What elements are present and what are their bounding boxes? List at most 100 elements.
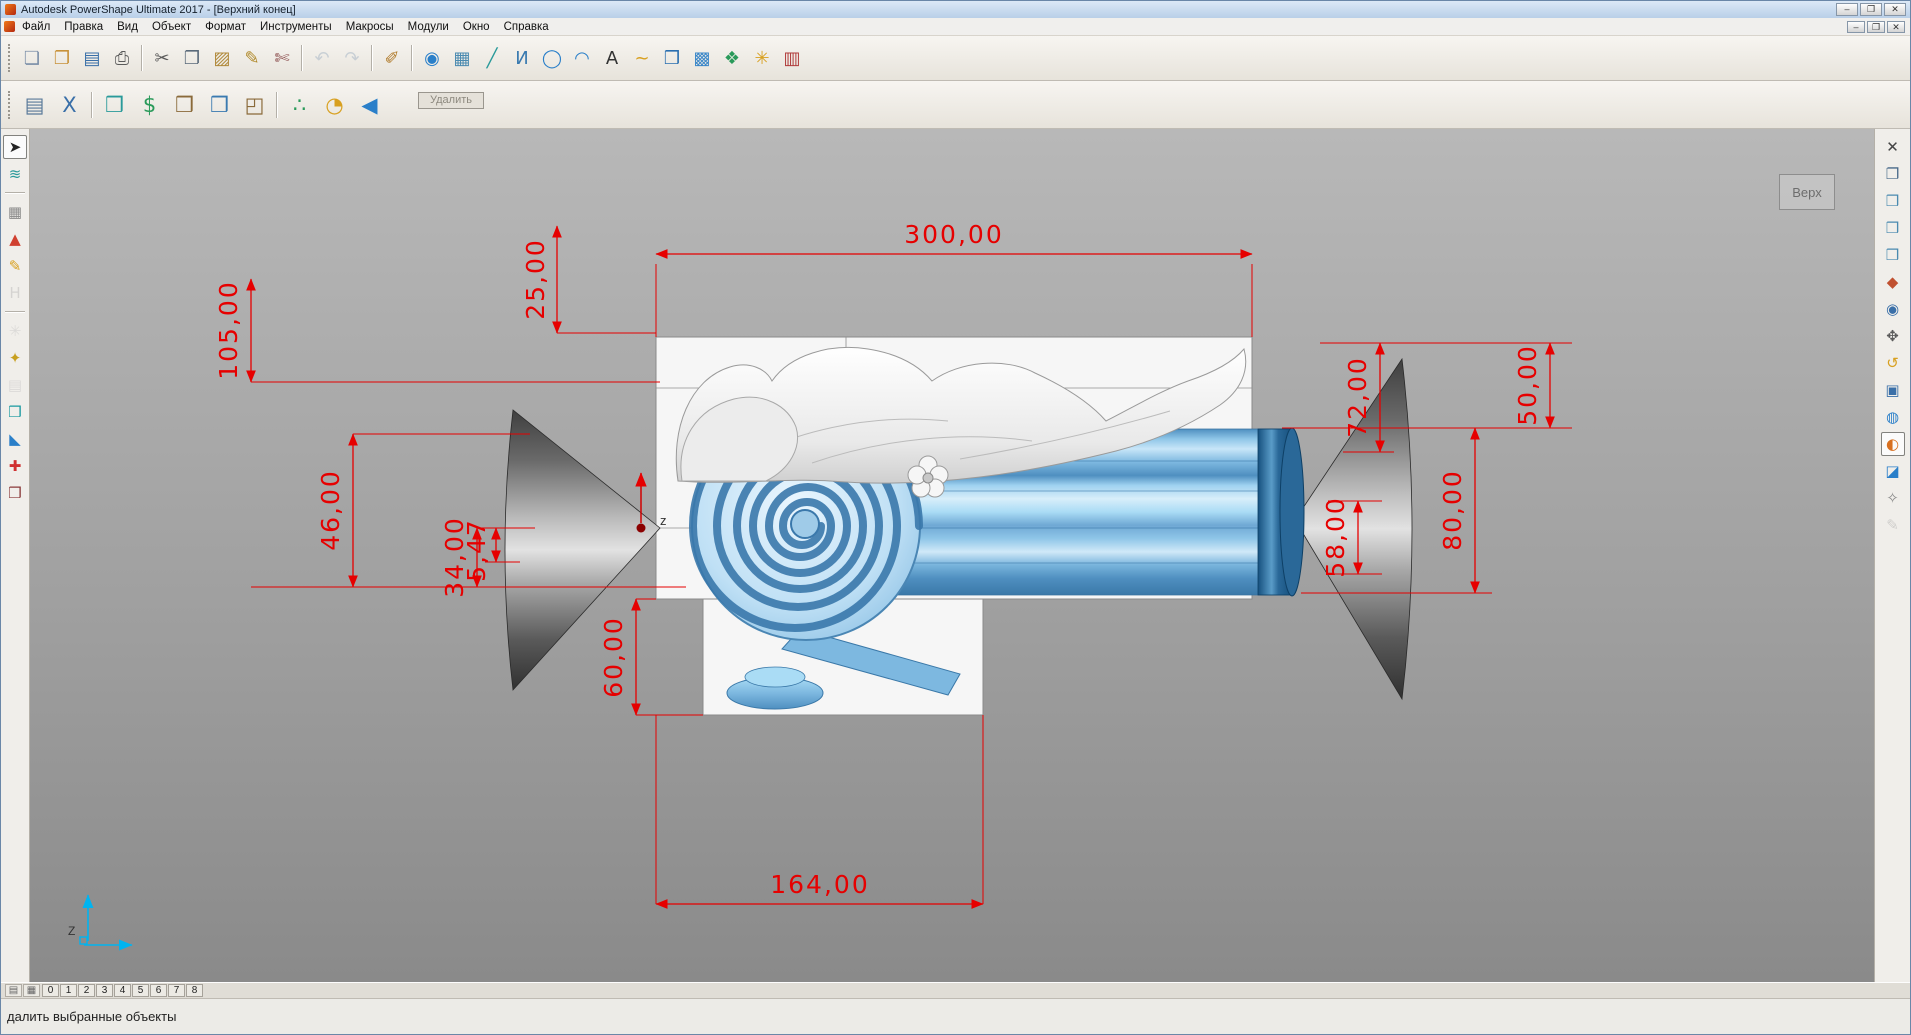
cube-teal-icon[interactable]: ❒ [3,400,27,424]
minimize-button[interactable]: – [1836,3,1858,16]
menu-file[interactable]: Файл [15,20,57,34]
handle-icon[interactable]: H [3,281,27,305]
level-tab[interactable]: 5 [132,984,149,997]
menu-modules[interactable]: Модули [401,20,456,34]
dimension-50[interactable]: 50,00 [1282,342,1572,429]
dimension-164[interactable]: 164,00 [655,715,984,909]
view-cube2-icon[interactable]: ❒ [1881,216,1905,240]
menu-tools[interactable]: Инструменты [253,20,339,34]
toolbar-grip[interactable] [8,44,11,72]
menu-help[interactable]: Справка [497,20,556,34]
menu-edit[interactable]: Правка [57,20,110,34]
print-icon[interactable]: ⎙ [108,44,136,72]
level-tab[interactable]: 6 [150,984,167,997]
feature-tool-icon[interactable]: ❖ [718,44,746,72]
cubes-group-icon[interactable]: ❒ [168,88,201,121]
dark-cube-icon[interactable]: ❒ [3,481,27,505]
mdi-minimize-button[interactable]: – [1847,20,1865,33]
mdi-close-button[interactable]: ✕ [1887,20,1905,33]
new-document-icon[interactable]: ❏ [18,44,46,72]
clock-icon[interactable]: ◔ [318,88,351,121]
view-cube3-icon[interactable]: ❒ [1881,243,1905,267]
level-tab[interactable]: 4 [114,984,131,997]
surface-tool-icon[interactable]: ▩ [688,44,716,72]
status-display-icon[interactable]: ▤ [5,984,22,997]
text-tool-icon[interactable]: A [598,44,626,72]
cube-dollar-icon[interactable]: $ [133,88,166,121]
arc-icon[interactable]: ◠ [568,44,596,72]
globe-icon[interactable]: ◍ [1881,405,1905,429]
view-cube-icon[interactable]: ❒ [1881,189,1905,213]
pan-view-icon[interactable]: ✥ [1881,324,1905,348]
curve-points-icon[interactable]: ∴ [283,88,316,121]
copy-icon[interactable]: ❐ [178,44,206,72]
undo-icon[interactable]: ↶ [308,44,336,72]
rotate-view-icon[interactable]: ◉ [1881,297,1905,321]
compass-icon[interactable]: ✧ [1881,486,1905,510]
level-tab[interactable]: 1 [60,984,77,997]
shaded-view-icon[interactable]: ◐ [1880,432,1905,456]
level-tab[interactable]: 7 [168,984,185,997]
menu-window[interactable]: Окно [456,20,497,34]
status-printer-icon[interactable]: ▦ [23,984,40,997]
cut-icon[interactable]: ✂ [148,44,176,72]
close-pane-icon[interactable]: ✕ [1881,135,1905,159]
toolbox-icon[interactable]: ▥ [778,44,806,72]
chisel-icon[interactable]: ✦ [3,346,27,370]
snap-icon[interactable]: ✳ [3,319,27,343]
level-tab[interactable]: 2 [78,984,95,997]
delete-object-icon[interactable]: ✄ [268,44,296,72]
wand-icon[interactable]: ✳ [748,44,776,72]
close-button[interactable]: ✕ [1884,3,1906,16]
menu-macros[interactable]: Макросы [339,20,401,34]
line-icon[interactable]: ╱ [478,44,506,72]
back-arrow-icon[interactable]: ◀ [353,88,386,121]
x-axis-icon[interactable]: X [53,88,86,121]
undo-view-icon[interactable]: ↺ [1881,351,1905,375]
sheets-icon[interactable]: ▤ [18,88,51,121]
viewport-canvas[interactable]: z 300,00 25,00 105,00 46,00 34,00 5,47 6… [30,129,1874,982]
sketch-icon[interactable]: ✐ [378,44,406,72]
menu-object[interactable]: Объект [145,20,198,34]
toolbar-grip[interactable] [8,90,11,119]
view-red-icon[interactable]: ◆ [1881,270,1905,294]
menu-format[interactable]: Формат [198,20,253,34]
polyline-icon[interactable]: И [508,44,536,72]
dimension-25[interactable]: 25,00 [521,225,656,334]
cube-arrows-icon[interactable]: ❒ [98,88,131,121]
cubes-count-icon[interactable]: ◰ [238,88,271,121]
solid-tool-icon[interactable]: ❒ [658,44,686,72]
window-icon[interactable]: ❐ [1881,162,1905,186]
mdi-restore-button[interactable]: ❐ [1867,20,1885,33]
curve-tool-icon[interactable]: ~ [628,44,656,72]
grid-icon[interactable]: ▦ [3,200,27,224]
workplane-icon[interactable]: ▦ [448,44,476,72]
maximize-button[interactable]: ❐ [1860,3,1882,16]
level-tab[interactable]: 8 [186,984,203,997]
iso-view-icon[interactable]: ◪ [1881,459,1905,483]
dimension-60[interactable]: 60,00 [599,598,703,716]
menu-view[interactable]: Вид [110,20,145,34]
paste-icon[interactable]: ▨ [208,44,236,72]
alarm-icon[interactable]: ▲ [3,227,27,251]
zoom-sphere-icon[interactable]: ◉ [418,44,446,72]
select-cursor-icon[interactable]: ➤ [3,135,27,159]
wedge-icon[interactable]: ◣ [3,427,27,451]
pencil-icon[interactable]: ✎ [3,254,27,278]
level-tab[interactable]: 3 [96,984,113,997]
redo-icon[interactable]: ↷ [338,44,366,72]
wireframe-icon[interactable]: ≋ [3,162,27,186]
repair-icon[interactable]: ✚ [3,454,27,478]
save-icon[interactable]: ▤ [78,44,106,72]
format-pen-icon[interactable]: ✎ [238,44,266,72]
view-name-badge[interactable]: Верх [1779,174,1835,210]
open-icon[interactable]: ❐ [48,44,76,72]
level-tab[interactable]: 0 [42,984,59,997]
cube-measure-icon[interactable]: ❒ [203,88,236,121]
dimension-300[interactable]: 300,00 [655,220,1253,337]
circle-icon[interactable]: ◯ [538,44,566,72]
probe-icon[interactable]: ✎ [1881,513,1905,537]
dimension-105[interactable]: 105,00 [214,278,660,383]
stack-icon[interactable]: ▤ [3,373,27,397]
zoom-window-icon[interactable]: ▣ [1881,378,1905,402]
